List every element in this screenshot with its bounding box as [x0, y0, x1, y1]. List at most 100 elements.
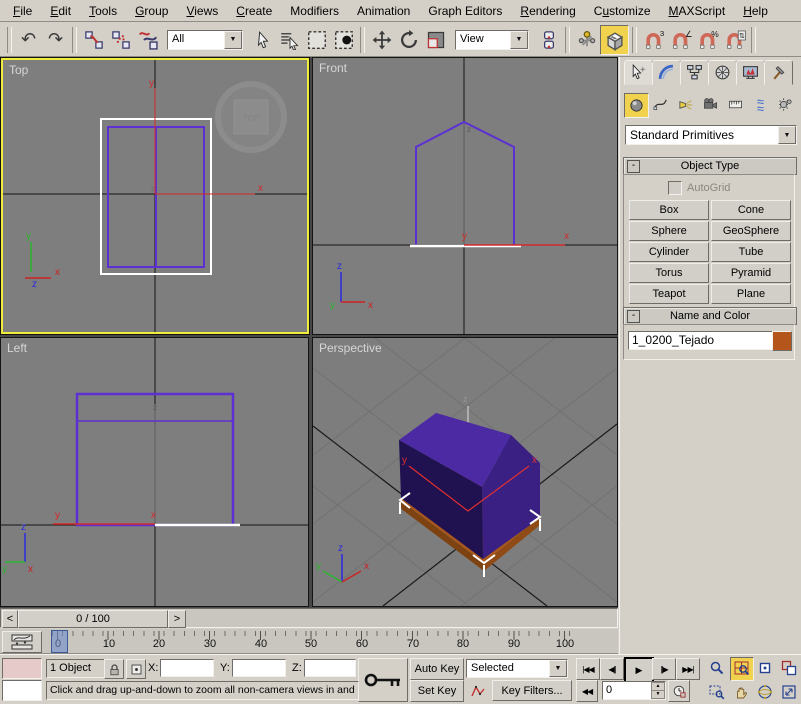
tube-button[interactable]: Tube [711, 242, 791, 262]
dropdown-arrow-icon[interactable]: ▼ [510, 31, 528, 49]
time-slider-handle[interactable]: 0 / 100 [18, 610, 168, 628]
tab-motion[interactable] [708, 60, 737, 85]
viewport-perspective[interactable]: Perspective z [312, 337, 618, 607]
redo-button[interactable]: ↷ [42, 26, 69, 54]
spinner-down-icon[interactable]: ▼ [651, 690, 665, 699]
key-filters-button[interactable]: Key Filters... [492, 680, 572, 701]
viewport-left[interactable]: Left y x z z y x [0, 337, 309, 607]
box-button[interactable]: Box [629, 200, 709, 220]
selection-filter-dropdown[interactable]: All ▼ [167, 30, 243, 50]
trackbar-ruler[interactable]: 0 10 20 30 40 50 60 70 80 90 100 [44, 629, 576, 653]
dropdown-arrow-icon[interactable]: ▼ [549, 660, 567, 677]
pyramid-button[interactable]: Pyramid [711, 263, 791, 283]
pan-button[interactable] [730, 681, 752, 703]
helpers-category-button[interactable] [724, 93, 747, 116]
tab-utilities[interactable] [764, 60, 793, 85]
default-in-out-tangents-button[interactable] [466, 680, 490, 701]
track-bar[interactable]: 0 10 20 30 40 50 60 70 80 90 100 [0, 629, 618, 654]
previous-frame-arrow[interactable]: < [2, 610, 18, 628]
use-pivot-point-center-button[interactable] [535, 26, 562, 54]
geosphere-button[interactable]: GeoSphere [711, 221, 791, 241]
select-and-manipulate-button[interactable] [573, 26, 600, 54]
dropdown-arrow-icon[interactable]: ▼ [224, 31, 242, 49]
select-and-move-button[interactable] [368, 26, 395, 54]
menu-group[interactable]: Group [126, 2, 177, 20]
current-frame-handle[interactable] [51, 630, 68, 653]
space-warps-category-button[interactable]: ≈ ≈ [749, 93, 772, 116]
zoom-region-button[interactable] [706, 681, 728, 703]
tab-display[interactable] [736, 60, 765, 85]
collapse-icon[interactable]: - [627, 160, 640, 173]
snaps-toggle-button[interactable] [600, 25, 629, 55]
angle-snap-toggle-button[interactable]: 3 [640, 26, 667, 54]
viewport-front[interactable]: Front z y x z y x [312, 57, 618, 335]
maxscript-mini-listener[interactable] [2, 680, 42, 701]
maximize-viewport-toggle-button[interactable] [778, 681, 800, 703]
teapot-button[interactable]: Teapot [629, 284, 709, 304]
object-type-rollout-header[interactable]: - Object Type [623, 157, 797, 175]
primitives-category-dropdown[interactable]: Standard Primitives ▼ [625, 125, 797, 145]
geometry-category-button[interactable] [624, 93, 649, 118]
current-frame-field[interactable]: 0 ▲ ▼ [602, 681, 666, 700]
set-key-button[interactable]: Set Key [410, 680, 464, 702]
menu-help[interactable]: Help [734, 2, 777, 20]
zoom-extents-all-button[interactable] [778, 657, 800, 679]
viewcube[interactable]: TOP [218, 84, 284, 150]
absolute-mode-toggle[interactable] [126, 659, 146, 679]
plane-button[interactable]: Plane [711, 284, 791, 304]
viewport-top[interactable]: Top TOP y x z y [1, 58, 309, 334]
next-frame-button[interactable]: ||▶ [652, 658, 676, 680]
menu-graph-editors[interactable]: Graph Editors [419, 2, 511, 20]
lights-category-button[interactable] [674, 93, 697, 116]
z-coordinate-field[interactable] [304, 659, 356, 677]
previous-frame-button[interactable]: ◀|| [600, 658, 624, 680]
menu-animation[interactable]: Animation [348, 2, 419, 20]
select-and-rotate-button[interactable] [395, 26, 422, 54]
menu-maxscript[interactable]: MAXScript [660, 2, 735, 20]
select-and-scale-button[interactable] [422, 26, 449, 54]
y-coordinate-field[interactable] [232, 659, 286, 677]
x-coordinate-field[interactable] [160, 659, 214, 677]
go-to-end-button[interactable]: ▶▶| [676, 658, 700, 680]
autogrid-checkbox[interactable] [668, 181, 682, 195]
maxscript-macro-recorder[interactable] [2, 658, 42, 679]
cone-button[interactable]: Cone [711, 200, 791, 220]
selection-lock-toggle[interactable] [104, 659, 124, 679]
set-key-mode-button[interactable] [358, 658, 408, 702]
reference-coordinate-dropdown[interactable]: View ▼ [455, 30, 529, 50]
object-color-swatch[interactable] [772, 331, 792, 351]
bind-to-space-warp-button[interactable] [134, 26, 161, 54]
menu-edit[interactable]: Edit [41, 2, 80, 20]
time-configuration-button[interactable] [668, 680, 690, 702]
menu-rendering[interactable]: Rendering [511, 2, 584, 20]
window-crossing-toggle-button[interactable] [330, 26, 357, 54]
tab-create[interactable] [624, 60, 653, 85]
next-frame-arrow[interactable]: > [168, 610, 186, 628]
arc-rotate-button[interactable] [754, 681, 776, 703]
select-by-name-button[interactable] [276, 26, 303, 54]
select-object-button[interactable] [249, 26, 276, 54]
play-button[interactable]: ▶ [624, 657, 654, 683]
menu-views[interactable]: Views [177, 2, 227, 20]
time-slider[interactable]: < 0 / 100 > [0, 608, 618, 628]
go-to-start-button[interactable]: |◀◀ [576, 658, 600, 680]
collapse-icon[interactable]: - [627, 310, 640, 323]
zoom-button[interactable] [706, 657, 728, 679]
menu-customize[interactable]: Customize [585, 2, 660, 20]
key-mode-toggle-button[interactable]: ◀◀ [576, 680, 598, 702]
auto-key-button[interactable]: Auto Key [410, 658, 464, 680]
systems-category-button[interactable] [774, 93, 797, 116]
cameras-category-button[interactable] [699, 93, 722, 116]
key-filter-selection-dropdown[interactable]: Selected ▼ [466, 659, 568, 678]
menu-file[interactable]: File [4, 2, 41, 20]
name-color-rollout-header[interactable]: - Name and Color [623, 307, 797, 325]
percent-snap-button[interactable]: % [694, 26, 721, 54]
zoom-extents-button[interactable] [754, 657, 776, 679]
tab-modify[interactable] [652, 60, 681, 85]
menu-tools[interactable]: Tools [80, 2, 126, 20]
undo-button[interactable]: ↶ [15, 26, 42, 54]
sphere-button[interactable]: Sphere [629, 221, 709, 241]
object-name-field[interactable]: 1_0200_Tejado [628, 331, 773, 350]
dropdown-arrow-icon[interactable]: ▼ [778, 126, 796, 144]
tab-hierarchy[interactable] [680, 60, 709, 85]
